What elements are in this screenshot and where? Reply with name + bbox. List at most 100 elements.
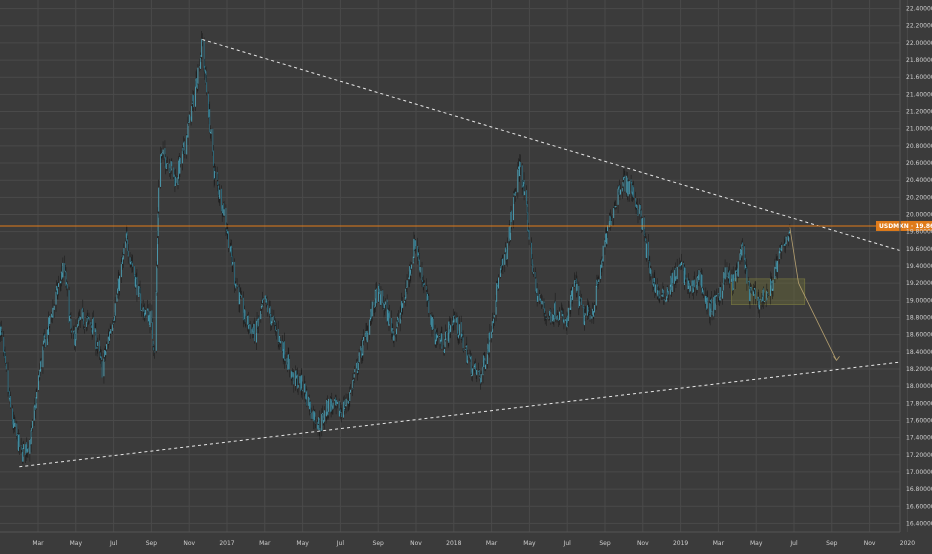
- y-tick-label: 20.00000: [906, 212, 932, 219]
- candle-body: [267, 301, 268, 305]
- candle-body: [606, 233, 607, 244]
- candle-body: [410, 270, 411, 276]
- candle-body: [311, 413, 312, 419]
- candle-body: [731, 275, 732, 282]
- candle-body: [655, 284, 656, 292]
- candle-body: [727, 276, 728, 277]
- candle-body: [89, 317, 90, 320]
- y-tick-label: 22.20000: [906, 23, 932, 30]
- candle-body: [506, 249, 507, 253]
- candle-body: [240, 294, 241, 295]
- candle-body: [465, 349, 466, 350]
- candle-body: [531, 243, 532, 259]
- candle-body: [56, 292, 57, 305]
- y-tick-label: 20.20000: [906, 194, 932, 201]
- candle-body: [616, 206, 617, 207]
- candle-body: [483, 367, 484, 375]
- candle-body: [10, 396, 11, 407]
- candle-body: [367, 333, 368, 335]
- candle-body: [766, 300, 767, 301]
- candle-body: [574, 280, 575, 287]
- candle-body: [439, 336, 440, 337]
- candle-body: [500, 268, 501, 277]
- candle-body: [278, 343, 279, 344]
- candle-body: [32, 421, 33, 428]
- candle-body: [97, 342, 98, 346]
- candle-body: [260, 311, 261, 319]
- candle-body: [542, 301, 543, 304]
- candle-body: [629, 181, 630, 194]
- candle-body: [507, 243, 508, 259]
- candle-body: [359, 352, 360, 362]
- candle-body: [589, 313, 590, 314]
- y-tick-label: 18.80000: [906, 314, 932, 321]
- candle-body: [123, 248, 124, 254]
- y-tick-label: 17.00000: [906, 469, 932, 476]
- candle-body: [188, 124, 189, 138]
- candle-body: [400, 313, 401, 323]
- candle-body: [45, 339, 46, 347]
- candle-body: [275, 326, 276, 330]
- candle-body: [584, 316, 585, 326]
- candle-body: [750, 289, 751, 301]
- candle-body: [340, 409, 341, 412]
- candle-body: [575, 282, 576, 283]
- candle-body: [189, 115, 190, 123]
- candle-body: [258, 319, 259, 327]
- candle-body: [463, 350, 464, 351]
- candle-body: [192, 103, 193, 104]
- candle-body: [445, 339, 446, 347]
- candle-body: [603, 246, 604, 262]
- candlestick-chart: USDMXN · 19.86650 16.4000016.6000016.800…: [0, 0, 932, 550]
- y-tick-label: 19.40000: [906, 263, 932, 270]
- candle-body: [533, 272, 534, 273]
- range-zone: [731, 279, 804, 305]
- candle-body: [546, 318, 547, 319]
- candle-body: [158, 214, 159, 237]
- candle-body: [396, 329, 397, 335]
- candle-body: [39, 377, 40, 378]
- candle-body: [119, 276, 120, 291]
- candle-body: [276, 330, 277, 331]
- candle-body: [253, 332, 254, 334]
- candle-body: [115, 303, 116, 315]
- y-tick-label: 20.40000: [906, 177, 932, 184]
- y-tick-label: 18.20000: [906, 366, 932, 373]
- candle-body: [65, 271, 66, 272]
- candle-body: [273, 316, 274, 321]
- candle-body: [479, 370, 480, 375]
- candle-body: [293, 373, 294, 384]
- candle-body: [735, 271, 736, 282]
- candle-body: [153, 347, 154, 350]
- candle-body: [171, 162, 172, 166]
- candle-body: [588, 307, 589, 313]
- x-tick-label: 2018: [446, 540, 461, 547]
- candle-body: [619, 185, 620, 192]
- candle-body: [6, 364, 7, 370]
- candle-body: [468, 355, 469, 356]
- candle-body: [774, 267, 775, 279]
- candle-body: [132, 263, 133, 266]
- candle-body: [140, 293, 141, 310]
- candle-body: [597, 281, 598, 284]
- candle-body: [492, 321, 493, 332]
- candle-body: [376, 289, 377, 304]
- candle-body: [379, 284, 380, 289]
- candle-body: [723, 283, 724, 290]
- candle-body: [476, 370, 477, 375]
- candle-body: [41, 360, 42, 367]
- y-tick-label: 17.20000: [906, 452, 932, 459]
- candle-body: [346, 399, 347, 407]
- y-tick-label: 17.40000: [906, 435, 932, 442]
- candle-body: [114, 316, 115, 321]
- candle-body: [21, 446, 22, 450]
- candle-body: [1, 332, 2, 335]
- candle-body: [504, 254, 505, 265]
- candle-body: [579, 296, 580, 306]
- candle-body: [349, 392, 350, 401]
- candle-body: [82, 308, 83, 310]
- candle-body: [475, 363, 476, 370]
- candle-body: [134, 266, 135, 276]
- candle-body: [513, 197, 514, 220]
- candle-body: [61, 281, 62, 284]
